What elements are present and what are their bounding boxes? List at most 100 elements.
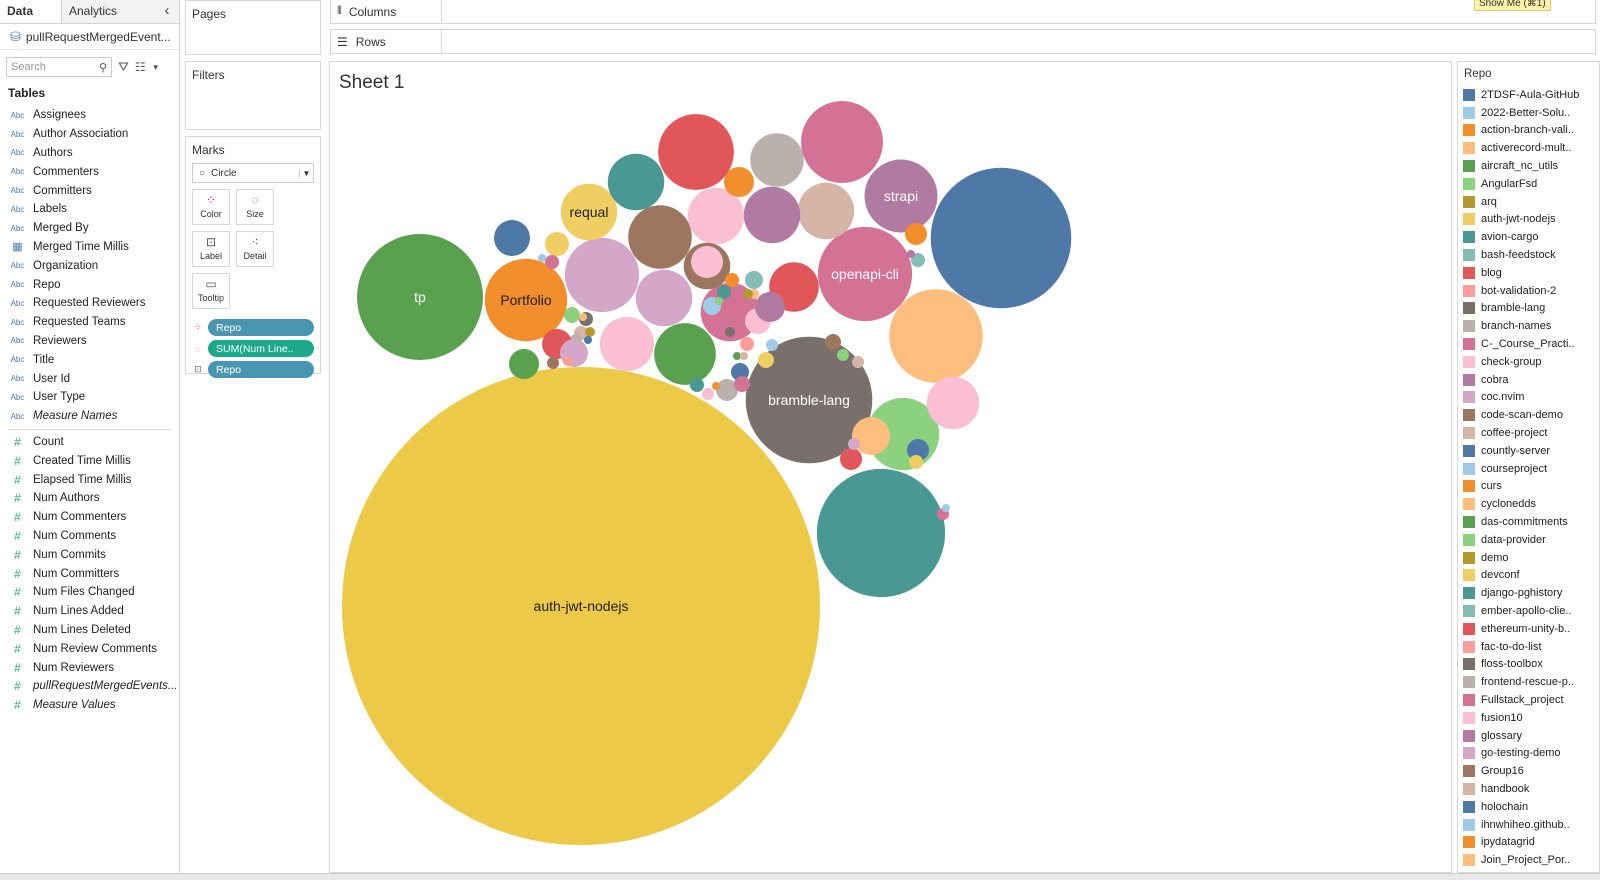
bubble[interactable] <box>712 382 720 390</box>
field-item[interactable]: Abc Committers <box>0 181 179 200</box>
field-item[interactable]: # Created Time Millis <box>0 451 179 470</box>
bubble[interactable] <box>740 337 754 351</box>
bubble[interactable] <box>889 289 983 383</box>
legend-item[interactable]: ember-apollo-clie.. <box>1458 602 1599 620</box>
bubble[interactable] <box>734 376 750 392</box>
bubble[interactable] <box>733 352 741 360</box>
bubble[interactable] <box>907 250 915 258</box>
field-item[interactable]: # Num Commits <box>0 545 179 564</box>
bubble[interactable] <box>725 273 739 287</box>
bubble[interactable] <box>740 352 748 360</box>
bubble[interactable] <box>930 167 1072 309</box>
legend-item[interactable]: arq <box>1458 193 1599 211</box>
bubble[interactable] <box>743 289 753 299</box>
field-item[interactable]: # pullRequestMergedEvents... <box>0 677 179 696</box>
field-item[interactable]: # Num Lines Deleted <box>0 621 179 640</box>
bubble[interactable] <box>816 468 946 598</box>
legend-item[interactable]: ipydatagrid <box>1458 833 1599 851</box>
field-item[interactable]: Abc Commenters <box>0 162 179 181</box>
legend-item[interactable]: das-commitments <box>1458 513 1599 531</box>
bubble[interactable] <box>564 237 640 313</box>
legend-item[interactable]: cyclonedds <box>1458 495 1599 513</box>
legend-item[interactable]: bramble-lang <box>1458 300 1599 318</box>
field-item[interactable]: # Elapsed Time Millis <box>0 470 179 489</box>
legend-item[interactable]: action-branch-vali.. <box>1458 122 1599 140</box>
field-item[interactable]: Abc Measure Names <box>0 407 179 426</box>
legend-item[interactable]: C-_Course_Practi.. <box>1458 335 1599 353</box>
field-item[interactable]: Abc Labels <box>0 200 179 219</box>
bubble[interactable] <box>635 269 693 327</box>
bubble[interactable] <box>690 378 704 392</box>
view-options-icon[interactable]: ☷ <box>135 60 146 74</box>
legend-item[interactable]: blog <box>1458 264 1599 282</box>
bubble[interactable] <box>509 349 539 379</box>
bubble-chart[interactable]: auth-jwt-nodejs bramble-lang tp openapi-cli… <box>330 62 1452 873</box>
sheet-view[interactable]: Sheet 1 auth-jwt-nodejs bramble-lang tp ope… <box>329 61 1452 873</box>
bubble[interactable] <box>724 167 754 197</box>
legend-item[interactable]: go-testing-demo <box>1458 744 1599 762</box>
legend-item[interactable]: glossary <box>1458 727 1599 745</box>
bubble[interactable] <box>758 352 774 368</box>
field-item[interactable]: # Num Commenters <box>0 508 179 527</box>
bubble[interactable] <box>691 246 723 278</box>
bubble[interactable] <box>547 357 559 369</box>
legend-item[interactable]: countly-server <box>1458 442 1599 460</box>
datasource-item[interactable]: ⛁ pullRequestMergedEvent... <box>0 24 179 50</box>
bubble[interactable] <box>564 307 580 323</box>
pages-card[interactable]: Pages <box>185 0 321 55</box>
legend-item[interactable]: cobra <box>1458 371 1599 389</box>
tab-data[interactable]: Data <box>0 0 62 23</box>
bubble[interactable] <box>840 448 862 470</box>
bubble[interactable] <box>599 316 655 372</box>
field-search-input[interactable]: Search ⚲ <box>6 57 112 77</box>
bubble[interactable] <box>837 349 849 361</box>
columns-shelf[interactable]: ⦀ Columns <box>330 0 1596 24</box>
bubble[interactable] <box>579 313 587 321</box>
bubble[interactable] <box>628 205 692 269</box>
field-item[interactable]: Abc Merged By <box>0 219 179 238</box>
color-button[interactable]: ⁘ Color <box>192 189 230 225</box>
field-item[interactable]: # Measure Values <box>0 696 179 715</box>
bubble[interactable] <box>545 232 569 256</box>
legend-item[interactable]: fusion10 <box>1458 709 1599 727</box>
legend-item[interactable]: ethereum-unity-b.. <box>1458 620 1599 638</box>
bubble[interactable] <box>852 417 890 455</box>
bubble[interactable] <box>725 327 735 337</box>
field-item[interactable]: # Num Reviewers <box>0 658 179 677</box>
legend-item[interactable]: devconf <box>1458 567 1599 585</box>
legend-item[interactable]: ihnwhiheo.github.. <box>1458 816 1599 834</box>
bubble[interactable] <box>658 114 734 190</box>
legend-item[interactable]: fac-to-do-list <box>1458 638 1599 656</box>
bubble[interactable] <box>905 223 927 245</box>
legend-item[interactable]: django-pghistory <box>1458 584 1599 602</box>
legend-item[interactable]: frontend-rescue-p.. <box>1458 673 1599 691</box>
legend-item[interactable]: branch-names <box>1458 317 1599 335</box>
filter-icon[interactable]: ⛛ <box>118 59 129 75</box>
bubble[interactable] <box>909 455 923 469</box>
field-item[interactable]: # Num Authors <box>0 489 179 508</box>
field-item[interactable]: Abc Requested Reviewers <box>0 294 179 313</box>
legend-item[interactable]: 2022-Better-Solu.. <box>1458 104 1599 122</box>
mark-type-dropdown[interactable]: ○ Circle ▼ <box>192 163 314 183</box>
bubble[interactable] <box>852 356 864 368</box>
field-item[interactable]: # Num Review Comments <box>0 639 179 658</box>
legend-item[interactable]: 2TDSF-Aula-GitHub <box>1458 86 1599 104</box>
bubble[interactable] <box>654 323 716 385</box>
field-item[interactable]: Abc Repo <box>0 275 179 294</box>
field-item[interactable]: Abc Author Association <box>0 125 179 144</box>
field-item[interactable]: # Count <box>0 433 179 452</box>
bubble[interactable] <box>621 175 637 191</box>
sheet-tabs-bar[interactable] <box>0 873 1600 880</box>
legend-item[interactable]: check-group <box>1458 353 1599 371</box>
size-button[interactable]: ◌ Size <box>236 189 274 225</box>
bubble[interactable] <box>848 438 860 450</box>
legend-item[interactable]: courseproject <box>1458 460 1599 478</box>
bubble[interactable] <box>584 336 592 344</box>
field-item[interactable]: Abc User Type <box>0 388 179 407</box>
legend-item[interactable]: Join_Project_Por.. <box>1458 851 1599 869</box>
legend-item[interactable]: Group16 <box>1458 762 1599 780</box>
legend-item[interactable]: coc.nvim <box>1458 389 1599 407</box>
detail-button[interactable]: ⁖ Detail <box>236 231 274 267</box>
color-legend[interactable]: Repo 2TDSF-Aula-GitHub 2022-Better-Solu..… <box>1457 61 1600 873</box>
legend-item[interactable]: avion-cargo <box>1458 228 1599 246</box>
